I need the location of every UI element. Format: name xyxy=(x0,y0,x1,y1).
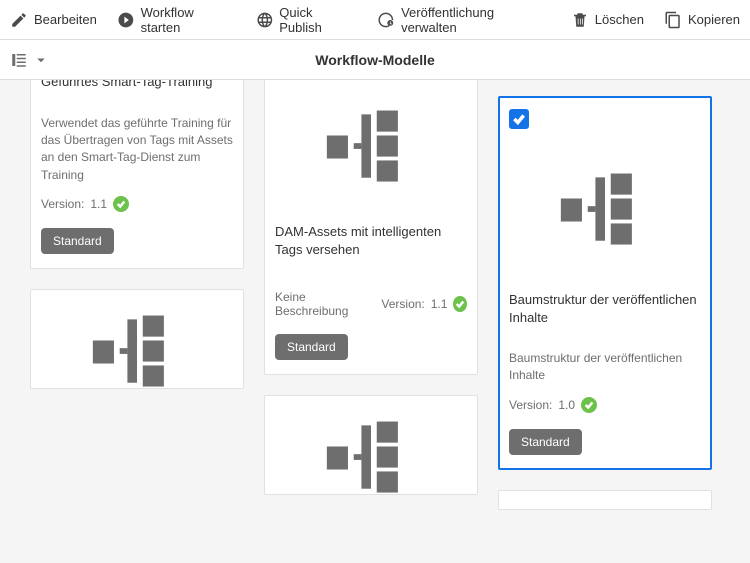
view-switcher[interactable] xyxy=(10,51,50,69)
card-description: Baumstruktur der veröffentlichen Inhalte xyxy=(509,350,701,385)
play-circle-icon xyxy=(117,11,135,29)
card-grid: Geführtes Smart-Tag-Training Verwendet d… xyxy=(0,80,750,510)
quick-publish-label: Quick Publish xyxy=(279,5,357,35)
card-thumbnail xyxy=(275,87,467,207)
workflow-card-selected[interactable]: Baumstruktur der veröffentlichen Inhalte… xyxy=(498,96,712,470)
grid-column: DAM-Assets mit intelligenten Tags verseh… xyxy=(264,80,478,495)
version-value: 1.1 xyxy=(90,197,107,211)
edit-label: Bearbeiten xyxy=(34,12,97,27)
version-value: 1.0 xyxy=(558,398,575,412)
subheader: Workflow-Modelle xyxy=(0,40,750,80)
card-tag: Standard xyxy=(41,228,114,254)
delete-label: Löschen xyxy=(595,12,644,27)
workflow-icon xyxy=(557,170,653,250)
version-value: 1.1 xyxy=(431,297,448,311)
card-title: Baumstruktur der veröffentlichen Inhalte xyxy=(509,291,701,326)
card-version: Keine Beschreibung Version: 1.1 xyxy=(275,290,467,318)
workflow-card[interactable] xyxy=(498,490,712,510)
content-area: Geführtes Smart-Tag-Training Verwendet d… xyxy=(0,80,750,563)
grid-column: Baumstruktur der veröffentlichen Inhalte… xyxy=(498,96,712,510)
workflow-card[interactable] xyxy=(30,289,244,389)
chevron-down-icon xyxy=(32,51,50,69)
page-title: Workflow-Modelle xyxy=(315,52,435,68)
workflow-card[interactable] xyxy=(264,395,478,495)
card-title: DAM-Assets mit intelligenten Tags verseh… xyxy=(275,223,467,258)
grid-column: Geführtes Smart-Tag-Training Verwendet d… xyxy=(30,80,244,389)
status-ok-icon xyxy=(453,296,467,312)
selection-indicator[interactable] xyxy=(509,109,701,129)
card-version: Version: 1.0 xyxy=(509,397,701,413)
copy-button[interactable]: Kopieren xyxy=(664,11,740,29)
action-toolbar: Bearbeiten Workflow starten Quick Publis… xyxy=(0,0,750,40)
card-version: Version: 1.1 xyxy=(41,196,233,212)
card-tag: Standard xyxy=(275,334,348,360)
no-description-label: Keine Beschreibung xyxy=(275,290,366,318)
start-workflow-label: Workflow starten xyxy=(141,5,236,35)
card-thumbnail xyxy=(275,418,467,495)
status-ok-icon xyxy=(581,397,597,413)
workflow-icon xyxy=(323,107,419,187)
copy-icon xyxy=(664,11,682,29)
globe-icon xyxy=(256,11,274,29)
delete-button[interactable]: Löschen xyxy=(571,11,644,29)
card-thumbnail xyxy=(509,145,701,275)
rail-icon xyxy=(10,51,28,69)
manage-publication-label: Veröffentlichung verwalten xyxy=(401,5,551,35)
globe-clock-icon xyxy=(377,11,395,29)
copy-label: Kopieren xyxy=(688,12,740,27)
quick-publish-button[interactable]: Quick Publish xyxy=(256,5,358,35)
version-label: Version: xyxy=(381,297,424,311)
card-title: Geführtes Smart-Tag-Training xyxy=(41,80,233,91)
card-description: Verwendet das geführte Training für das … xyxy=(41,115,233,185)
workflow-icon xyxy=(323,418,419,495)
workflow-card[interactable]: Geführtes Smart-Tag-Training Verwendet d… xyxy=(30,80,244,269)
card-thumbnail xyxy=(41,312,233,389)
start-workflow-button[interactable]: Workflow starten xyxy=(117,5,236,35)
card-tag: Standard xyxy=(509,429,582,455)
workflow-card[interactable]: DAM-Assets mit intelligenten Tags verseh… xyxy=(264,80,478,375)
version-label: Version: xyxy=(509,398,552,412)
workflow-icon xyxy=(89,312,185,389)
pencil-icon xyxy=(10,11,28,29)
trash-icon xyxy=(571,11,589,29)
edit-button[interactable]: Bearbeiten xyxy=(10,11,97,29)
checkbox-checked-icon xyxy=(509,109,529,129)
manage-publication-button[interactable]: Veröffentlichung verwalten xyxy=(377,5,550,35)
status-ok-icon xyxy=(113,196,129,212)
version-label: Version: xyxy=(41,197,84,211)
